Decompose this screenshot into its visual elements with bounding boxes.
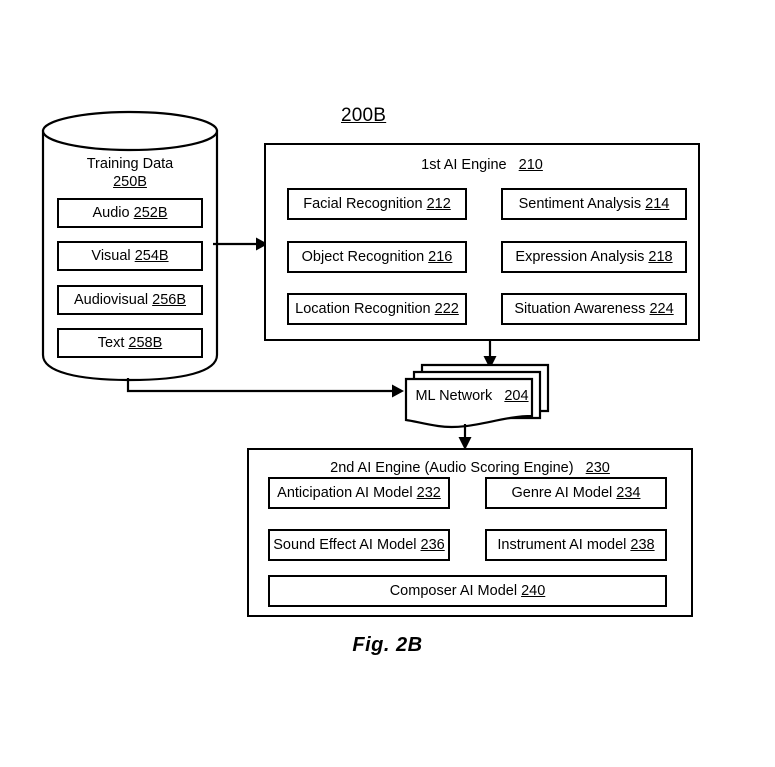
- ml-network-label-text: ML Network: [415, 388, 493, 404]
- training-data-item-audio-ref: 252B: [133, 205, 168, 221]
- model-anticipation-ai-ref: 232: [416, 485, 441, 501]
- module-sentiment-analysis-ref: 214: [645, 196, 670, 212]
- training-data-item-audio[interactable]: Audio 252B: [57, 198, 203, 228]
- model-composer-ai-label: Composer AI Model: [389, 583, 518, 599]
- training-data-item-visual-ref: 254B: [134, 248, 169, 264]
- first-ai-engine-title-text: 1st AI Engine: [421, 157, 507, 173]
- training-data-title-text: Training Data: [86, 156, 174, 172]
- ml-network-ref: 204: [504, 388, 529, 404]
- training-data-item-text-label: Text: [97, 335, 125, 351]
- module-facial-recognition-ref: 212: [426, 196, 451, 212]
- model-genre-ai-ref: 234: [616, 485, 641, 501]
- module-expression-analysis-ref: 218: [648, 249, 673, 265]
- module-facial-recognition[interactable]: Facial Recognition 212: [287, 188, 467, 220]
- module-object-recognition-ref: 216: [428, 249, 453, 265]
- arrow-training-to-first-engine: [213, 237, 268, 251]
- arrow-training-to-ml-network: [126, 378, 404, 398]
- module-location-recognition-label: Location Recognition: [295, 301, 431, 317]
- model-instrument-ai[interactable]: Instrument AI model 238: [485, 529, 667, 561]
- training-data-item-visual-label: Visual: [91, 248, 131, 264]
- second-ai-engine-title: 2nd AI Engine (Audio Scoring Engine) 230: [249, 460, 691, 476]
- training-data-title: Training Data 250B: [42, 156, 218, 190]
- module-situation-awareness-label: Situation Awareness: [514, 301, 646, 317]
- module-facial-recognition-label: Facial Recognition: [303, 196, 423, 212]
- training-data-ref: 250B: [113, 173, 147, 190]
- ml-network-label[interactable]: ML Network 204: [406, 388, 538, 404]
- figure-reference-number: 200B: [341, 105, 386, 127]
- training-data-item-text[interactable]: Text 258B: [57, 328, 203, 358]
- model-instrument-ai-label: Instrument AI model: [497, 537, 627, 553]
- training-data-item-audiovisual[interactable]: Audiovisual 256B: [57, 285, 203, 315]
- figure-caption: Fig. 2B: [352, 634, 423, 656]
- arrow-ml-network-to-second-engine: [458, 424, 472, 450]
- training-data-item-audiovisual-ref: 256B: [152, 292, 187, 308]
- module-situation-awareness[interactable]: Situation Awareness 224: [501, 293, 687, 325]
- module-expression-analysis[interactable]: Expression Analysis 218: [501, 241, 687, 273]
- model-sound-effect-ai-ref: 236: [420, 537, 445, 553]
- figure-reference-value: 200B: [341, 105, 387, 126]
- patent-figure-2b: 200B Training Data 250B Audio 252B Visua…: [0, 0, 775, 767]
- module-location-recognition-ref: 222: [434, 301, 459, 317]
- first-ai-engine-title: 1st AI Engine 210: [266, 157, 698, 173]
- training-data-item-text-ref: 258B: [128, 335, 163, 351]
- module-object-recognition[interactable]: Object Recognition 216: [287, 241, 467, 273]
- training-data-item-audio-label: Audio: [92, 205, 130, 221]
- module-sentiment-analysis[interactable]: Sentiment Analysis 214: [501, 188, 687, 220]
- model-composer-ai-ref: 240: [521, 583, 546, 599]
- module-location-recognition[interactable]: Location Recognition 222: [287, 293, 467, 325]
- module-object-recognition-label: Object Recognition: [301, 249, 425, 265]
- training-data-item-audiovisual-label: Audiovisual: [73, 292, 149, 308]
- model-sound-effect-ai-label: Sound Effect AI Model: [273, 537, 417, 553]
- model-anticipation-ai-label: Anticipation AI Model: [277, 485, 413, 501]
- module-situation-awareness-ref: 224: [649, 301, 674, 317]
- second-ai-engine-title-text: 2nd AI Engine (Audio Scoring Engine): [330, 460, 574, 476]
- model-sound-effect-ai[interactable]: Sound Effect AI Model 236: [268, 529, 450, 561]
- first-ai-engine-ref: 210: [518, 157, 543, 173]
- arrow-first-engine-to-ml-network: [483, 341, 497, 369]
- module-sentiment-analysis-label: Sentiment Analysis: [518, 196, 642, 212]
- model-genre-ai-label: Genre AI Model: [511, 485, 613, 501]
- model-genre-ai[interactable]: Genre AI Model 234: [485, 477, 667, 509]
- model-anticipation-ai[interactable]: Anticipation AI Model 232: [268, 477, 450, 509]
- model-composer-ai[interactable]: Composer AI Model 240: [268, 575, 667, 607]
- training-data-item-visual[interactable]: Visual 254B: [57, 241, 203, 271]
- second-ai-engine-ref: 230: [585, 460, 610, 476]
- module-expression-analysis-label: Expression Analysis: [515, 249, 645, 265]
- model-instrument-ai-ref: 238: [630, 537, 655, 553]
